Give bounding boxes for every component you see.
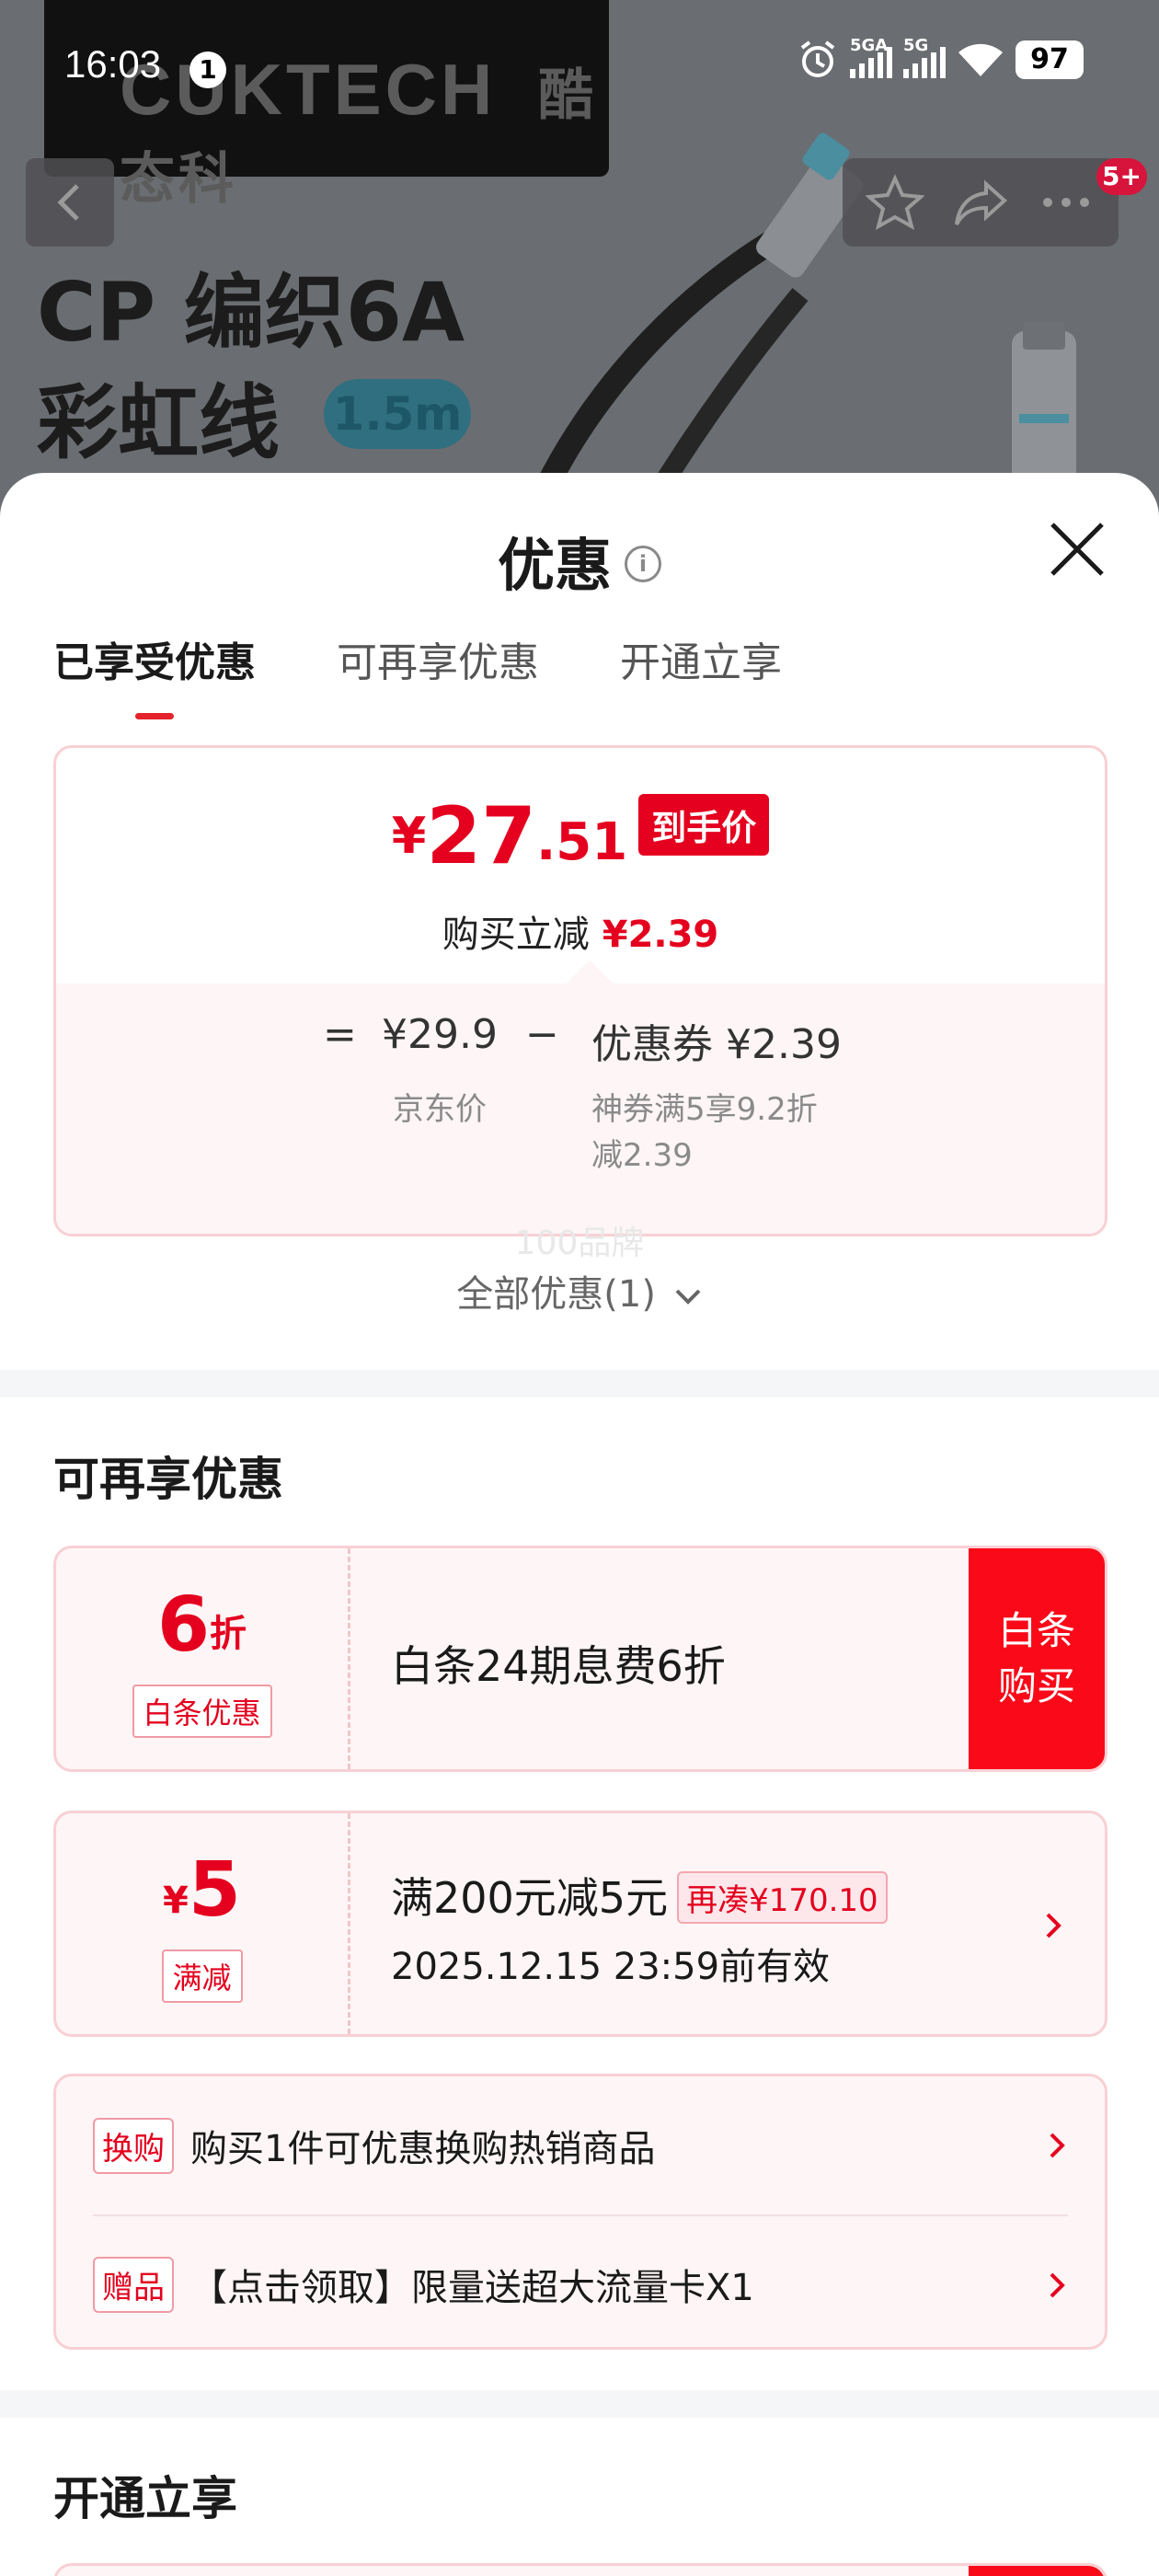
more-offers-title: 可再享优惠	[53, 1453, 283, 1506]
battery-indicator: 97	[1016, 40, 1084, 79]
open-now-card-partial	[53, 2563, 1107, 2576]
alarm-clock-icon	[800, 40, 835, 77]
freebie-tag: 赠品	[93, 2256, 174, 2313]
baitiao-buy-line2: 购买	[997, 1663, 1075, 1708]
price-breakdown: = ¥29.9 − 优惠券 ¥2.39 京东价 神券满5享9.2折 减2.39	[56, 960, 1105, 1234]
reduce-label: 购买立减	[442, 914, 590, 956]
manjian-currency: ¥	[163, 1880, 189, 1922]
exchange-tag: 换购	[93, 2117, 174, 2174]
instant-reduction: 购买立减 ¥2.39	[56, 904, 1105, 958]
section-divider	[0, 2390, 1159, 2418]
coupon-desc-line1: 神券满5享9.2折	[591, 1091, 818, 1128]
open-now-title: 开通立享	[53, 2472, 237, 2525]
chevron-left-icon	[57, 184, 79, 221]
baitiao-tag: 白条优惠	[132, 1685, 272, 1738]
jd-price-label: 京东价	[393, 1091, 487, 1128]
manjian-remaining-pill: 再凑¥170.10	[677, 1871, 888, 1924]
cellular-signal-1-icon: 5GA	[850, 36, 892, 78]
gift-row-exchange[interactable]: 换购 购买1件可优惠换购热销商品	[93, 2076, 1068, 2214]
gift-offers-card: 换购 购买1件可优惠换购热销商品 赠品 【点击领取】限量送超大流量卡X1	[53, 2074, 1107, 2350]
signal-1-label: 5GA	[850, 36, 889, 55]
reduce-value: ¥2.39	[602, 914, 719, 956]
chevron-right-icon	[1050, 2133, 1065, 2158]
coupon-amount: 优惠券 ¥2.39	[591, 1021, 842, 1068]
jd-price: ¥29.9	[382, 1011, 498, 1058]
manjian-number: 5	[188, 1846, 241, 1934]
chevron-down-icon	[675, 1289, 701, 1305]
product-title-line1: CP 编织6A	[37, 265, 465, 360]
close-icon[interactable]	[1045, 517, 1109, 581]
baitiao-discount: 6 折	[56, 1587, 348, 1664]
baitiao-discount-unit: 折	[210, 1613, 247, 1655]
favorite-star-icon[interactable]	[865, 173, 924, 232]
info-icon[interactable]: i	[625, 545, 661, 582]
manjian-amount: ¥ 5	[56, 1852, 348, 1929]
baitiao-offer-card: 6 折 白条优惠 白条24期息费6折 白条 购买	[53, 1546, 1107, 1772]
back-button[interactable]	[26, 158, 114, 247]
notification-count-badge: 1	[189, 52, 226, 88]
tab-more-offers[interactable]: 可再享优惠	[337, 629, 539, 688]
more-badge: 5+	[1096, 158, 1147, 195]
manjian-expiry: 2025.12.15 23:59前有效	[391, 1946, 831, 1988]
cellular-signal-2-icon: 5G	[903, 36, 946, 78]
all-offers-link[interactable]: 全部优惠(1)	[0, 1264, 1159, 1317]
length-badge: 1.5m	[324, 379, 471, 449]
baitiao-buy-line1: 白条	[997, 1608, 1075, 1653]
coupon-desc-line2: 减2.39	[591, 1137, 693, 1174]
price-decimal: .51	[536, 812, 628, 872]
offer-tabs: 已享受优惠 可再享优惠 开通立享	[53, 629, 782, 719]
baitiao-offer-text: 白条24期息费6折	[391, 1641, 726, 1691]
final-price-tag: 到手价	[638, 794, 770, 856]
manjian-offer-text: 满200元减5元	[391, 1873, 669, 1923]
chevron-right-icon	[1046, 1913, 1061, 1938]
tab-enjoyed[interactable]: 已享受优惠	[53, 629, 256, 719]
price-currency: ¥	[391, 807, 427, 865]
offers-sheet: 优惠 i 已享受优惠 可再享优惠 开通立享 ¥ 27 .51 到手价 购买立减 ¥2…	[0, 473, 1159, 2576]
exchange-text: 购买1件可优惠换购热销商品	[190, 2128, 656, 2170]
ghost-label: 100品牌	[514, 1225, 645, 1262]
price-integer: 27	[426, 790, 537, 882]
top-actions-group	[843, 158, 1119, 247]
gift-row-freebie[interactable]: 赠品 【点击领取】限量送超大流量卡X1	[93, 2214, 1068, 2352]
baitiao-discount-number: 6	[156, 1581, 211, 1669]
manjian-tag: 满减	[161, 1949, 243, 2003]
more-dots-icon[interactable]	[1037, 173, 1096, 232]
manjian-offer-card[interactable]: ¥ 5 满减 满200元减5元 再凑¥170.10 2025.12.15 23:5…	[53, 1811, 1107, 2037]
formula-equals: =	[323, 1011, 357, 1058]
share-icon[interactable]	[951, 173, 1010, 232]
freebie-text: 【点击领取】限量送超大流量卡X1	[190, 2267, 754, 2309]
wifi-icon	[958, 43, 1003, 76]
formula-minus: −	[525, 1011, 559, 1058]
baitiao-buy-button[interactable]: 白条 购买	[969, 1548, 1105, 1769]
all-offers-label: 全部优惠(1)	[456, 1273, 656, 1316]
status-bar: 16:03 1 5GA 5G 97	[0, 0, 1159, 138]
status-time: 16:03	[64, 42, 162, 86]
enjoyed-offer-card: ¥ 27 .51 到手价 购买立减 ¥2.39 = ¥29.9 − 优惠券 ¥2.…	[53, 745, 1107, 1236]
chevron-right-icon	[1050, 2272, 1065, 2298]
section-divider	[0, 1370, 1159, 1397]
sheet-title: 优惠 i	[0, 519, 1159, 602]
sheet-title-text: 优惠	[497, 532, 612, 599]
final-price: ¥ 27 .51 到手价	[56, 794, 1105, 878]
tab-open-now[interactable]: 开通立享	[620, 629, 782, 688]
signal-2-label: 5G	[903, 36, 929, 55]
